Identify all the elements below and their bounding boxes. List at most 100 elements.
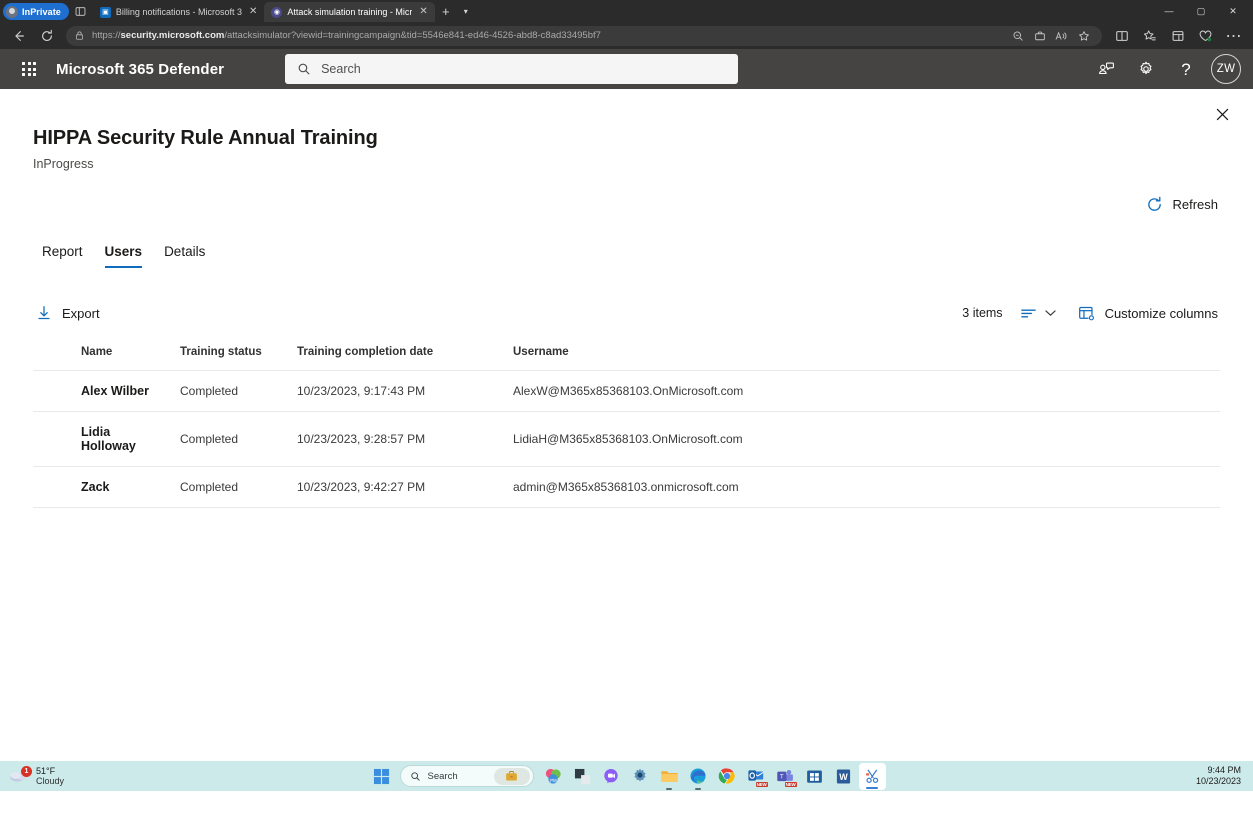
- favorites-star-icon[interactable]: [1073, 26, 1094, 46]
- search-icon: [410, 771, 420, 781]
- weather-temperature: 51°F: [36, 765, 56, 776]
- chevron-down-icon[interactable]: ▾: [457, 1, 475, 21]
- taskbar-clock[interactable]: 9:44 PM 10/23/2023: [1196, 765, 1253, 788]
- taskbar-microsoft-store-icon[interactable]: [801, 763, 828, 790]
- column-header-training-completion-date[interactable]: Training completion date: [289, 341, 505, 371]
- cell-username: LidiaH@M365x85368103.OnMicrosoft.com: [505, 411, 1220, 467]
- taskbar-center-group: Search PM NEW T NEW W: [368, 762, 886, 790]
- tab-users[interactable]: Users: [94, 236, 154, 268]
- cell-name: Lidia Holloway: [33, 411, 172, 467]
- browser-tab-title: Billing notifications - Microsoft 3: [115, 7, 242, 17]
- close-panel-button[interactable]: [1207, 99, 1237, 129]
- cell-name: Alex Wilber: [33, 370, 172, 412]
- taskbar-chrome-icon[interactable]: [714, 763, 741, 790]
- weather-text: 51°F Cloudy: [36, 766, 64, 787]
- windows-taskbar: 1 51°F Cloudy Search PM NEW T NEW W 9:44…: [0, 761, 1253, 791]
- zoom-icon[interactable]: [1007, 26, 1028, 46]
- command-bar-right: 3 items Customize columns: [962, 301, 1220, 326]
- tab-report[interactable]: Report: [33, 236, 94, 268]
- help-icon[interactable]: ?: [1169, 52, 1203, 86]
- vertical-tabs-icon: [76, 6, 86, 16]
- tab-actions-button[interactable]: [69, 1, 93, 21]
- table-row[interactable]: Zack Completed 10/23/2023, 9:42:27 PM ad…: [33, 466, 1220, 508]
- defender-favicon-icon: ◉: [271, 6, 283, 18]
- taskbar-search-input[interactable]: Search: [399, 765, 534, 787]
- cell-training-completion-date: 10/23/2023, 9:28:57 PM: [289, 411, 505, 467]
- refresh-button[interactable]: [34, 25, 60, 47]
- column-header-username[interactable]: Username: [505, 341, 1220, 371]
- reload-icon: [42, 29, 52, 41]
- new-badge: NEW: [784, 781, 797, 787]
- new-tab-button[interactable]: +: [435, 1, 457, 21]
- start-button[interactable]: [368, 762, 396, 790]
- taskbar-chat-icon[interactable]: [598, 763, 625, 790]
- read-aloud-icon[interactable]: [1051, 26, 1072, 46]
- favorites-bar-icon[interactable]: [1136, 25, 1163, 47]
- taskbar-snipping-tool-icon[interactable]: [858, 762, 886, 790]
- table-header: Name Training status Training completion…: [33, 341, 1220, 371]
- back-button[interactable]: [6, 25, 32, 47]
- browser-tab-billing[interactable]: ▣ Billing notifications - Microsoft 3 ✕: [93, 2, 264, 22]
- customize-columns-icon: [1078, 306, 1094, 321]
- users-table: Name Training status Training completion…: [33, 341, 1220, 508]
- window-close-button[interactable]: ✕: [1217, 0, 1249, 22]
- customize-columns-label: Customize columns: [1104, 305, 1218, 321]
- new-badge: NEW: [755, 781, 768, 787]
- cell-training-status: Completed: [172, 411, 289, 467]
- taskbar-weather-widget[interactable]: 1 51°F Cloudy: [0, 766, 200, 787]
- cell-name: Zack: [33, 466, 172, 508]
- taskbar-time: 9:44 PM: [1207, 764, 1241, 775]
- browser-toolbar-actions: ⋯: [1108, 25, 1247, 47]
- app-header-actions: ? ZW: [1089, 52, 1241, 86]
- taskbar-word-icon[interactable]: W: [830, 763, 857, 790]
- column-header-training-status[interactable]: Training status: [172, 341, 289, 371]
- app-launcher-button[interactable]: [12, 52, 46, 86]
- feedback-people-icon[interactable]: [1089, 52, 1123, 86]
- export-button[interactable]: Export: [33, 300, 107, 326]
- settings-gear-icon[interactable]: [1129, 52, 1163, 86]
- export-label: Export: [62, 305, 100, 321]
- notification-badge: 1: [21, 766, 32, 777]
- cell-training-status: Completed: [172, 466, 289, 508]
- global-search-input[interactable]: Search: [285, 54, 739, 84]
- browser-tabstrip: InPrivate ▣ Billing notifications - Micr…: [0, 0, 1253, 22]
- svg-text:PM: PM: [550, 778, 557, 783]
- chevron-down-icon: [1044, 310, 1056, 316]
- table-row[interactable]: Lidia Holloway Completed 10/23/2023, 9:2…: [33, 411, 1220, 467]
- collections-briefcase-icon[interactable]: [1029, 26, 1050, 46]
- taskbar-settings-icon[interactable]: [627, 763, 654, 790]
- refresh-label: Refresh: [1172, 197, 1218, 212]
- refresh-button[interactable]: Refresh: [1144, 192, 1220, 217]
- global-search-placeholder: Search: [321, 62, 361, 76]
- taskbar-edge-icon[interactable]: [685, 763, 712, 790]
- minimize-button[interactable]: —: [1153, 0, 1185, 22]
- close-icon[interactable]: ✕: [417, 7, 429, 17]
- taskbar-outlook-icon[interactable]: NEW: [743, 763, 770, 790]
- taskbar-teams-icon[interactable]: T NEW: [772, 763, 799, 790]
- column-header-name[interactable]: Name: [33, 341, 172, 371]
- close-icon[interactable]: ✕: [247, 7, 259, 17]
- browser-tab-attack-simulation[interactable]: ◉ Attack simulation training - Micr ✕: [264, 2, 435, 22]
- tab-details[interactable]: Details: [153, 236, 216, 268]
- maximize-button[interactable]: ▢: [1185, 0, 1217, 22]
- browser-essentials-icon[interactable]: [1192, 25, 1219, 47]
- sort-filter-button[interactable]: [1017, 302, 1059, 324]
- taskbar-copilot-icon[interactable]: PM: [540, 763, 567, 790]
- table-row[interactable]: Alex Wilber Completed 10/23/2023, 9:17:4…: [33, 370, 1220, 412]
- split-screen-icon[interactable]: [1108, 25, 1135, 47]
- lock-icon: [76, 31, 83, 40]
- taskbar-file-explorer-icon[interactable]: [656, 763, 683, 790]
- app-header: Microsoft 365 Defender Search ? ZW: [0, 49, 1253, 89]
- avatar[interactable]: ZW: [1211, 54, 1241, 84]
- taskbar-search-highlight[interactable]: [493, 767, 530, 785]
- refresh-icon: [1148, 196, 1162, 211]
- svg-text:T: T: [780, 773, 784, 780]
- address-bar[interactable]: https://security.microsoft.com/attacksim…: [66, 25, 1102, 46]
- inprivate-indicator[interactable]: InPrivate: [3, 3, 69, 20]
- customize-columns-button[interactable]: Customize columns: [1076, 301, 1220, 326]
- inprivate-label: InPrivate: [22, 6, 61, 17]
- collections-icon[interactable]: [1164, 25, 1191, 47]
- taskbar-task-view-icon[interactable]: [569, 763, 596, 790]
- more-options-icon[interactable]: ⋯: [1220, 25, 1247, 47]
- pivot-tabs: Report Users Details: [33, 236, 1220, 268]
